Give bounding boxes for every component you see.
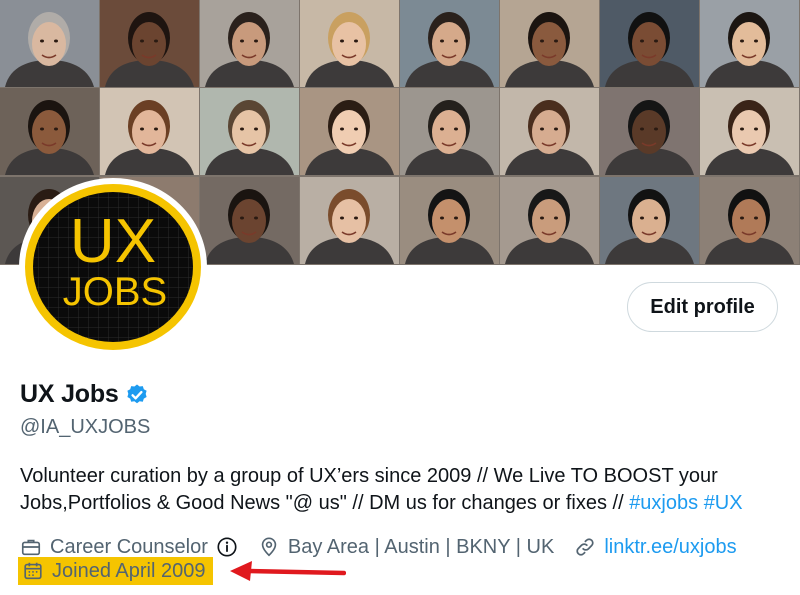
banner-photo-tile bbox=[500, 177, 599, 264]
banner-photo-tile bbox=[400, 177, 499, 264]
location-label: Bay Area | Austin | BKNY | UK bbox=[287, 535, 555, 558]
banner-photo-tile bbox=[700, 0, 799, 87]
profile-joined-date: Joined April 2009 bbox=[18, 557, 214, 585]
banner-photo-tile bbox=[600, 177, 699, 264]
profile-name-row: UX Jobs bbox=[20, 380, 149, 409]
briefcase-icon bbox=[21, 539, 41, 556]
link-icon bbox=[576, 538, 594, 556]
banner-photo-tile bbox=[700, 177, 799, 264]
profile-name: UX Jobs bbox=[20, 380, 119, 408]
bio-text: Volunteer curation by a group of UX’ers … bbox=[20, 465, 718, 514]
banner-photo-tile bbox=[100, 0, 199, 87]
profile-location: Bay Area | Austin | BKNY | UK bbox=[258, 536, 554, 559]
banner-photo-tile bbox=[600, 88, 699, 175]
joined-label: Joined April 2009 bbox=[52, 559, 206, 582]
location-pin-icon bbox=[261, 537, 277, 557]
calendar-icon bbox=[24, 562, 42, 580]
edit-profile-button[interactable]: Edit profile bbox=[627, 282, 778, 332]
banner-photo-tile bbox=[100, 88, 199, 175]
verified-badge-icon[interactable] bbox=[125, 383, 149, 407]
banner-photo-tile bbox=[0, 0, 99, 87]
banner-photo-tile bbox=[300, 88, 399, 175]
profile-handle: @IA_UXJOBS bbox=[20, 416, 151, 438]
profile-category: Career Counselor bbox=[20, 536, 238, 559]
logo-text-ux: UX bbox=[70, 207, 156, 276]
website-link[interactable]: linktr.ee/uxjobs bbox=[604, 536, 736, 559]
profile-bio: Volunteer curation by a group of UX’ers … bbox=[20, 463, 790, 517]
banner-photo-tile bbox=[0, 88, 99, 175]
profile-website[interactable]: linktr.ee/uxjobs bbox=[574, 536, 737, 559]
banner-photo-tile bbox=[300, 177, 399, 264]
banner-photo-tile bbox=[200, 177, 299, 264]
banner-photo-tile bbox=[500, 88, 599, 175]
banner-photo-tile bbox=[700, 88, 799, 175]
logo-text-jobs: JOBS bbox=[63, 270, 167, 314]
info-icon[interactable] bbox=[216, 536, 238, 558]
banner-photo-tile bbox=[300, 0, 399, 87]
profile-avatar[interactable]: UX JOBS bbox=[18, 177, 208, 357]
banner-photo-tile bbox=[600, 0, 699, 87]
hashtag-link[interactable]: #UX bbox=[704, 492, 743, 514]
banner-photo-tile bbox=[400, 88, 499, 175]
category-label: Career Counselor bbox=[50, 535, 208, 558]
banner-photo-tile bbox=[200, 88, 299, 175]
hashtag-link[interactable]: #uxjobs bbox=[629, 492, 698, 514]
banner-photo-tile bbox=[200, 0, 299, 87]
banner-photo-tile bbox=[500, 0, 599, 87]
uxjobs-logo: UX JOBS bbox=[19, 178, 207, 356]
banner-photo-tile bbox=[400, 0, 499, 87]
annotation-arrow bbox=[230, 561, 346, 581]
